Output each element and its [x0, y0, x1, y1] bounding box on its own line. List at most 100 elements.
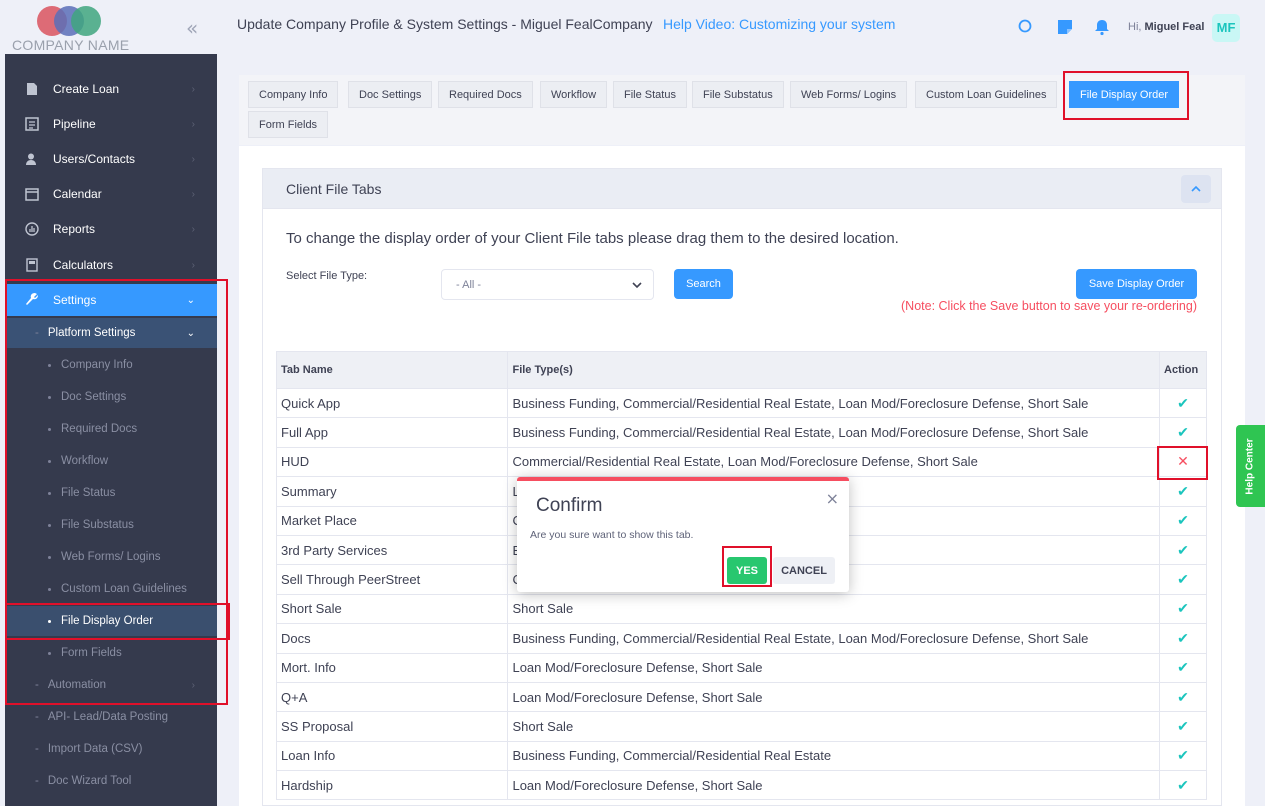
file-types-cell: Loan Mod/Foreclosure Defense, Short Sale: [507, 652, 1161, 683]
sidebar-sub-required-docs[interactable]: Required Docs: [5, 414, 217, 444]
sidebar-item-calendar[interactable]: Calendar ›: [5, 178, 217, 210]
tab-workflow[interactable]: Workflow: [540, 81, 608, 108]
table-row[interactable]: Docs Business Funding, Commercial/Residen…: [275, 623, 1207, 654]
chevron-up-icon: [1191, 185, 1201, 192]
visible-check-icon[interactable]: ✔: [1177, 571, 1189, 587]
bell-icon[interactable]: [1093, 18, 1111, 36]
table-row[interactable]: Loan Info Business Funding, Commercial/Re…: [275, 740, 1207, 772]
tab-company-info[interactable]: Company Info: [248, 81, 339, 108]
tab-file-status[interactable]: File Status: [613, 81, 687, 108]
search-button[interactable]: Search: [674, 269, 733, 299]
chevron-right-icon: ›: [191, 259, 195, 271]
file-type-select[interactable]: - All -: [441, 269, 654, 300]
tab-doc-settings[interactable]: Doc Settings: [348, 81, 433, 108]
sidebar-item-label: Pipeline: [53, 117, 96, 131]
chevron-down-icon: ⌄: [186, 327, 195, 339]
tab-file-display-order[interactable]: File Display Order: [1069, 81, 1180, 108]
visible-check-icon[interactable]: ✔: [1177, 747, 1189, 763]
visible-check-icon[interactable]: ✔: [1177, 600, 1189, 616]
file-type-label: Select File Type:: [286, 270, 368, 282]
sidebar-item-label: Calendar: [53, 187, 102, 201]
visible-check-icon[interactable]: ✔: [1177, 689, 1189, 705]
tab-web-forms-logins[interactable]: Web Forms/ Logins: [790, 81, 908, 108]
visible-check-icon[interactable]: ✔: [1177, 512, 1189, 528]
table-row[interactable]: Q+A Loan Mod/Foreclosure Defense, Short S…: [275, 681, 1207, 713]
cancel-button[interactable]: CANCEL: [773, 557, 835, 584]
sidebar-sub-doc-settings[interactable]: Doc Settings: [5, 382, 217, 412]
sidebar-item-label: Automation: [47, 679, 107, 691]
visible-check-icon[interactable]: ✔: [1177, 483, 1189, 499]
file-types-cell: Short Sale: [507, 593, 1161, 625]
help-video-link[interactable]: Help Video: Customizing your system: [663, 16, 895, 32]
tab-name-cell: HUD: [275, 446, 509, 478]
table-row[interactable]: Hardship Loan Mod/Foreclosure Defense, Sh…: [275, 770, 1207, 801]
tab-name-cell: Loan Info: [275, 740, 509, 772]
sidebar-item-label: Calculators: [53, 258, 114, 272]
help-center-button[interactable]: Help Center: [1236, 425, 1265, 507]
sidebar-sub-company-info[interactable]: Company Info: [5, 350, 217, 380]
tab-name-cell: Market Place: [275, 505, 509, 536]
sidebar-item-calculators[interactable]: Calculators ›: [5, 249, 217, 281]
visible-check-icon[interactable]: ✔: [1177, 659, 1189, 675]
users-icon: [24, 151, 40, 167]
visible-check-icon[interactable]: ✔: [1177, 424, 1189, 440]
action-cell: ✔: [1159, 681, 1207, 713]
sidebar-sub-file-substatus[interactable]: File Substatus: [5, 510, 217, 540]
sidebar-item-label: Users/Contacts: [53, 152, 136, 166]
avatar[interactable]: MF: [1212, 14, 1240, 42]
sidebar-item-label: Create Loan: [53, 82, 120, 96]
close-icon[interactable]: ×: [826, 489, 839, 508]
sidebar: Create Loan › Pipeline › Users/Contacts › C…: [5, 54, 217, 806]
sidebar-item-users-contacts[interactable]: Users/Contacts ›: [5, 143, 217, 175]
visible-check-icon[interactable]: ✔: [1177, 395, 1189, 411]
sidebar-sub-label: Company Info: [61, 359, 133, 371]
hide-x-icon[interactable]: ✕: [1177, 453, 1189, 469]
user-greeting[interactable]: Hi, Miguel Feal: [1128, 21, 1204, 33]
user-name: Miguel Feal: [1144, 21, 1205, 33]
visible-check-icon[interactable]: ✔: [1177, 777, 1189, 793]
save-display-order-button[interactable]: Save Display Order: [1076, 269, 1197, 299]
table-row[interactable]: SS Proposal Short Sale ✔: [275, 711, 1207, 742]
tab-form-fields[interactable]: Form Fields: [248, 111, 329, 138]
tab-custom-loan-guidelines[interactable]: Custom Loan Guidelines: [915, 81, 1058, 108]
sidebar-sub-form-fields[interactable]: Form Fields: [5, 638, 217, 668]
table-row[interactable]: Mort. Info Loan Mod/Foreclosure Defense, …: [275, 652, 1207, 683]
sidebar-item-reports[interactable]: Reports ›: [5, 213, 217, 245]
tab-name-cell: Short Sale: [275, 593, 509, 625]
sidebar-sub-web-forms-logins[interactable]: Web Forms/ Logins: [5, 542, 217, 572]
sidebar-sub-custom-loan-guidelines[interactable]: Custom Loan Guidelines: [5, 574, 217, 604]
panel-title: Client File Tabs: [286, 181, 382, 197]
table-row[interactable]: HUD Commercial/Residential Real Estate, L…: [275, 446, 1207, 478]
sidebar-sub-file-status[interactable]: File Status: [5, 478, 217, 508]
action-cell: ✔: [1159, 711, 1207, 742]
sidebar-item-import-data[interactable]: - Import Data (CSV): [5, 734, 217, 764]
sidebar-sub-file-display-order[interactable]: File Display Order: [5, 606, 217, 636]
yes-button[interactable]: YES: [727, 557, 767, 584]
notes-icon[interactable]: [1056, 18, 1074, 36]
calendar-icon: [24, 186, 40, 202]
sidebar-item-label: Platform Settings: [47, 327, 136, 339]
table-row[interactable]: Quick App Business Funding, Commercial/Re…: [275, 387, 1207, 419]
collapse-sidebar-icon[interactable]: «: [186, 16, 198, 40]
visible-check-icon[interactable]: ✔: [1177, 630, 1189, 646]
sidebar-item-doc-wizard-tool[interactable]: - Doc Wizard Tool: [5, 766, 217, 796]
sidebar-sub-label: File Substatus: [61, 519, 134, 531]
sidebar-item-platform-settings[interactable]: - Platform Settings ⌄: [5, 318, 217, 348]
visible-check-icon[interactable]: ✔: [1177, 718, 1189, 734]
table-row[interactable]: Full App Business Funding, Commercial/Res…: [275, 417, 1207, 448]
sidebar-item-automation[interactable]: - Automation ›: [5, 670, 217, 700]
sidebar-item-pipeline[interactable]: Pipeline ›: [5, 108, 217, 140]
search-icon[interactable]: [1017, 18, 1035, 36]
visible-check-icon[interactable]: ✔: [1177, 542, 1189, 558]
company-logo[interactable]: COMPANY NAME: [12, 4, 142, 53]
calculator-icon: [24, 257, 40, 273]
sidebar-item-label: Doc Wizard Tool: [47, 775, 132, 787]
collapse-panel-button[interactable]: [1181, 175, 1211, 203]
sidebar-sub-workflow[interactable]: Workflow: [5, 446, 217, 476]
sidebar-item-settings[interactable]: Settings ⌄: [5, 284, 217, 316]
sidebar-item-api-lead-posting[interactable]: - API- Lead/Data Posting: [5, 702, 217, 732]
table-row[interactable]: Short Sale Short Sale ✔: [275, 593, 1207, 625]
tab-required-docs[interactable]: Required Docs: [438, 81, 533, 108]
sidebar-item-create-loan[interactable]: Create Loan ›: [5, 73, 217, 105]
tab-file-substatus[interactable]: File Substatus: [692, 81, 784, 108]
